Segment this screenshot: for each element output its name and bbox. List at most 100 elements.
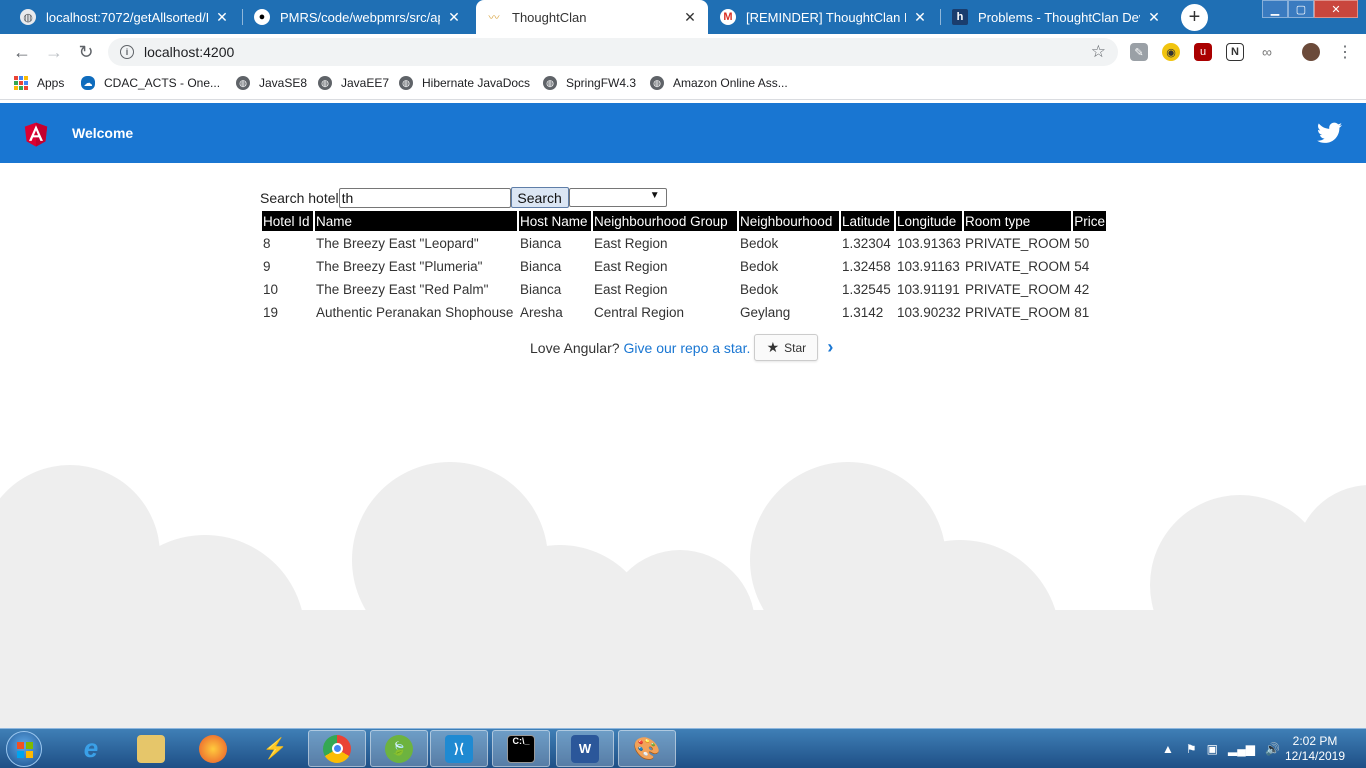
cell-price: 81 xyxy=(1074,305,1090,320)
tab-divider xyxy=(940,9,941,25)
cell-neighbourhood: Geylang xyxy=(740,305,791,320)
device-icon[interactable]: ▣ xyxy=(1207,742,1218,756)
cell-latitude: 1.3142 xyxy=(842,305,884,320)
column-header: Longitude xyxy=(896,211,962,231)
address-bar[interactable]: i localhost:4200 ☆ xyxy=(108,38,1118,66)
bookmark-springfw[interactable]: ◍ SpringFW4.3 xyxy=(543,76,636,90)
maximize-button[interactable]: ▢ xyxy=(1288,0,1314,18)
cell-longitude: 103.91191 xyxy=(897,282,960,297)
column-header: Host Name xyxy=(519,211,591,231)
show-hidden-icons-icon[interactable]: ▲ xyxy=(1162,742,1174,756)
tab-title: [REMINDER] ThoughtClan Deve xyxy=(746,9,906,25)
window-controls: ▁ ▢ ✕ xyxy=(1262,0,1358,18)
close-tab-icon[interactable]: ✕ xyxy=(214,9,230,26)
cell-latitude: 1.32458 xyxy=(842,259,891,274)
back-icon[interactable]: ← xyxy=(11,41,33,63)
tab-title: PMRS/code/webpmrs/src/app/r xyxy=(280,9,440,25)
extension-n-icon[interactable]: N xyxy=(1226,43,1244,61)
bookmark-label: Amazon Online Ass... xyxy=(673,76,788,90)
profile-avatar[interactable] xyxy=(1302,43,1320,61)
promo-text: Love Angular? xyxy=(530,339,620,356)
url-text: localhost:4200 xyxy=(144,44,235,60)
repo-star-link[interactable]: Give our repo a star. xyxy=(624,340,751,356)
bookmark-label: CDAC_ACTS - One... xyxy=(104,76,221,90)
windows-logo-icon xyxy=(17,742,33,758)
browser-tab[interactable]: ● PMRS/code/webpmrs/src/app/r ✕ xyxy=(244,0,472,34)
taskbar-spring-tool[interactable]: 🍃 xyxy=(370,730,428,767)
taskbar-vscode[interactable]: ⟩⟨ xyxy=(430,730,488,767)
clock-date: 12/14/2019 xyxy=(1284,749,1346,763)
taskbar-chrome[interactable] xyxy=(308,730,366,767)
extension-feather-icon[interactable]: ✎ xyxy=(1130,43,1148,61)
search-form: Search hotel Search ▼ xyxy=(260,187,667,208)
taskbar-cmd[interactable]: C:\_ xyxy=(492,730,550,767)
filter-select[interactable]: ▼ xyxy=(568,188,667,207)
bookmark-javaee7[interactable]: ◍ JavaEE7 xyxy=(318,76,389,90)
chrome-icon xyxy=(323,734,351,763)
bookmark-hibernate[interactable]: ◍ Hibernate JavaDocs xyxy=(399,76,530,90)
cell-host-name: Bianca xyxy=(520,259,562,274)
cell-name: Authentic Peranakan Shophouse xyxy=(316,305,514,320)
bookmark-star-icon[interactable]: ☆ xyxy=(1091,42,1106,62)
close-window-button[interactable]: ✕ xyxy=(1314,0,1358,18)
browser-toolbar: ← → ↻ i localhost:4200 ☆ ✎ ◉ u N ∞ ⋮ xyxy=(0,34,1366,70)
start-button[interactable] xyxy=(6,731,42,767)
cell-longitude: 103.91163 xyxy=(897,259,960,274)
minimize-button[interactable]: ▁ xyxy=(1262,0,1288,18)
star-button-label: Star xyxy=(784,340,807,355)
taskbar-network-tool[interactable]: ⚡ xyxy=(246,730,304,767)
close-tab-icon[interactable]: ✕ xyxy=(1146,9,1162,26)
ublock-icon[interactable]: u xyxy=(1194,43,1212,61)
browser-tab[interactable]: M [REMINDER] ThoughtClan Deve ✕ xyxy=(710,0,938,34)
globe-icon: ◍ xyxy=(318,76,332,90)
close-tab-icon[interactable]: ✕ xyxy=(446,9,462,26)
love-angular-promo: Love Angular? Give our repo a star. ★ St… xyxy=(530,334,833,361)
close-tab-icon[interactable]: ✕ xyxy=(912,9,928,26)
cell-neighbourhood-group: East Region xyxy=(594,282,668,297)
forward-icon[interactable]: → xyxy=(43,41,65,63)
github-icon: ● xyxy=(254,9,270,25)
network-signal-icon[interactable]: ▂▄▆ xyxy=(1228,742,1255,756)
search-input[interactable] xyxy=(338,187,511,208)
taskbar-clock[interactable]: 2:02 PM 12/14/2019 xyxy=(1280,734,1350,764)
bookmark-label: JavaSE8 xyxy=(259,76,308,90)
close-tab-icon[interactable]: ✕ xyxy=(682,9,698,26)
firefox-icon xyxy=(199,734,227,763)
bookmark-apps[interactable]: Apps xyxy=(14,76,64,90)
bookmark-amazon[interactable]: ◍ Amazon Online Ass... xyxy=(650,76,788,90)
cell-name: The Breezy East "Leopard" xyxy=(316,236,479,251)
column-header: Price xyxy=(1073,211,1107,231)
extension-incognito-icon[interactable]: ∞ xyxy=(1258,43,1276,61)
action-center-flag-icon[interactable]: ⚑ xyxy=(1186,742,1197,756)
chevron-right-icon[interactable]: › xyxy=(827,337,833,358)
cell-room-type: PRIVATE_ROOM xyxy=(965,236,1071,251)
extension-coin-icon[interactable]: ◉ xyxy=(1162,43,1180,61)
browser-tab-active[interactable]: 〰 ThoughtClan ✕ xyxy=(476,0,708,34)
tab-title: ThoughtClan xyxy=(512,9,587,25)
info-icon[interactable]: i xyxy=(120,45,134,59)
command-prompt-icon: C:\_ xyxy=(507,734,535,763)
cell-host-name: Bianca xyxy=(520,236,562,251)
taskbar-ie[interactable]: e xyxy=(62,730,120,767)
spring-leaf-icon: 🍃 xyxy=(385,734,413,763)
browser-tab[interactable]: ◍ localhost:7072/getAllsorted/DES ✕ xyxy=(10,0,240,34)
reload-icon[interactable]: ↻ xyxy=(75,41,97,63)
bookmark-label: Apps xyxy=(37,76,65,90)
menu-dots-icon[interactable]: ⋮ xyxy=(1334,41,1356,63)
cell-hotel-id: 10 xyxy=(263,282,279,297)
taskbar-firefox[interactable] xyxy=(184,730,242,767)
star-button[interactable]: ★ Star xyxy=(754,334,819,361)
taskbar-paint[interactable]: 🎨 xyxy=(618,730,676,767)
bookmark-javase8[interactable]: ◍ JavaSE8 xyxy=(236,76,307,90)
taskbar-word[interactable]: W xyxy=(556,730,614,767)
cell-hotel-id: 9 xyxy=(263,259,271,274)
column-header: Room type xyxy=(964,211,1072,231)
taskbar-explorer[interactable] xyxy=(122,730,180,767)
cell-hotel-id: 8 xyxy=(263,236,271,251)
new-tab-button[interactable]: + xyxy=(1181,4,1208,31)
bookmark-cdac[interactable]: ☁ CDAC_ACTS - One... xyxy=(81,76,220,90)
volume-icon[interactable]: 🔊 xyxy=(1265,742,1280,756)
search-button[interactable]: Search xyxy=(510,187,569,208)
browser-tab[interactable]: h Problems - ThoughtClan Develo ✕ xyxy=(942,0,1172,34)
twitter-icon[interactable] xyxy=(1317,122,1342,144)
